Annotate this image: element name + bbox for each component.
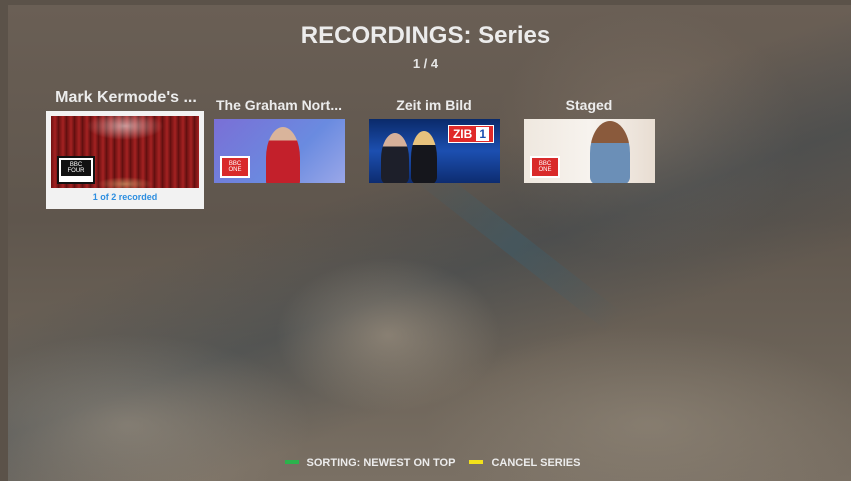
series-card-graham-norton[interactable]: The Graham Nort... [209, 97, 349, 113]
green-key-icon [284, 460, 299, 465]
series-card-staged[interactable]: Staged [509, 97, 669, 113]
recorded-count: 1 of 2 recorded [92, 192, 158, 202]
focused-series-tile[interactable]: BBC FOUR 1 of 2 recorded [46, 111, 204, 209]
actor-figure [590, 121, 630, 183]
bbc-four-logo: BBC FOUR [57, 156, 95, 184]
series-card-zeit-im-bild[interactable]: Zeit im Bild [354, 97, 514, 113]
page-title: RECORDINGS: Series [300, 22, 551, 49]
news-studio-thumbnail[interactable]: ZIB 1 [369, 119, 500, 183]
page-indicator: 1 / 4 [412, 56, 439, 71]
color-key-legend: SORTING: NEWEST ON TOP CANCEL SERIES [0, 457, 851, 469]
graham-norton-thumbnail[interactable]: BBC ONE [214, 119, 345, 183]
series-card-mark-kermode[interactable]: Mark Kermode's ... [46, 89, 206, 107]
series-title: Zeit im Bild [396, 97, 472, 113]
anchor-figure [381, 133, 409, 183]
cancel-series-option[interactable]: CANCEL SERIES [491, 457, 580, 469]
series-title: Staged [565, 97, 613, 113]
staged-thumbnail[interactable]: BBC ONE [524, 119, 655, 183]
bbc-one-logo: BBC ONE [530, 156, 560, 178]
series-title: The Graham Nort... [215, 97, 343, 113]
theatre-curtain-thumbnail: BBC FOUR [51, 116, 199, 188]
zib-logo: ZIB 1 [447, 125, 494, 143]
series-title: Mark Kermode's ... [55, 89, 197, 106]
sorting-option[interactable]: SORTING: NEWEST ON TOP [307, 457, 456, 469]
yellow-key-icon [469, 460, 484, 465]
anchor-figure [411, 131, 437, 183]
presenter-figure [266, 127, 300, 183]
background-image [8, 5, 851, 481]
bbc-one-logo: BBC ONE [220, 156, 250, 178]
